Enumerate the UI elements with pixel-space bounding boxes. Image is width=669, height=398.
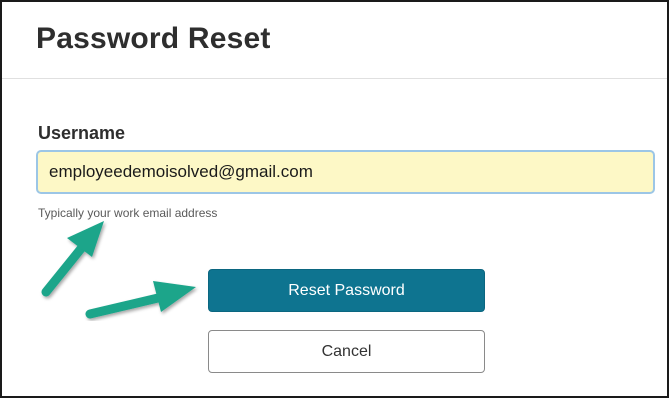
username-input[interactable] (36, 150, 655, 194)
cancel-button[interactable]: Cancel (208, 330, 485, 373)
username-help-text: Typically your work email address (38, 206, 218, 220)
username-label: Username (38, 123, 126, 143)
password-reset-panel: Password Reset Username Typically your w… (0, 0, 669, 398)
panel-header: Password Reset (2, 2, 667, 79)
reset-password-button[interactable]: Reset Password (208, 269, 485, 312)
page-title: Password Reset (36, 22, 271, 55)
